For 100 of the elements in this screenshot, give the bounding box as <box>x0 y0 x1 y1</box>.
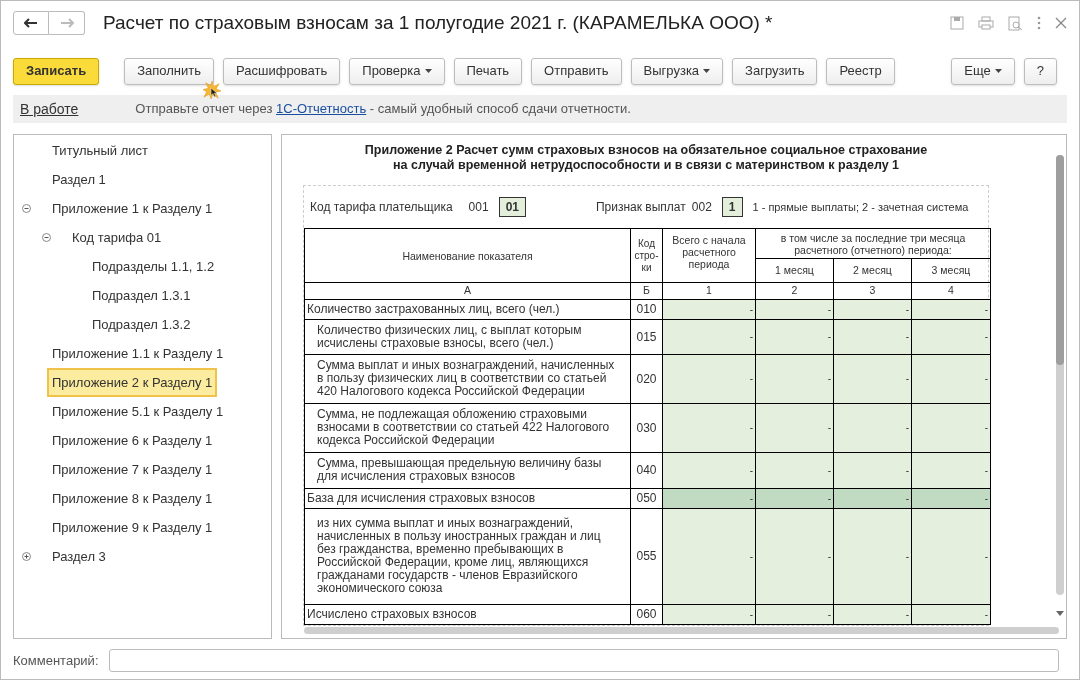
value-cell[interactable]: - <box>833 319 912 355</box>
field-code: 002 <box>691 199 712 216</box>
column-number: 4 <box>911 282 991 300</box>
scroll-down-icon[interactable] <box>1056 611 1064 616</box>
toolbar-button[interactable]: Проверка <box>349 57 445 85</box>
tree-item[interactable]: Код тарифа 01 <box>67 222 167 253</box>
expand-icon[interactable] <box>22 552 31 561</box>
collapse-icon[interactable] <box>42 233 51 242</box>
preview-icon[interactable] <box>1008 15 1023 31</box>
value-cell[interactable]: - <box>911 452 991 489</box>
column-header: Наименование показателя <box>304 228 631 283</box>
row-code: 055 <box>630 508 663 605</box>
value-cell[interactable]: - <box>662 403 756 453</box>
value-cell[interactable]: - <box>911 508 991 605</box>
value-cell[interactable]: - <box>755 452 834 489</box>
vertical-scrollbar[interactable] <box>1056 155 1064 595</box>
column-number: 3 <box>833 282 912 300</box>
tree-item[interactable]: Подраздел 1.3.2 <box>87 309 196 340</box>
toolbar-button[interactable]: Еще <box>951 57 1015 85</box>
toolbar-button[interactable]: Отправить <box>531 57 622 85</box>
tree-item[interactable]: Приложение 2 к Разделу 1 <box>47 367 218 398</box>
column-number: А <box>304 282 631 300</box>
row-label: База для исчисления страховых взносов <box>304 488 631 509</box>
value-cell[interactable]: - <box>911 354 991 404</box>
value-cell[interactable]: - <box>833 508 912 605</box>
tariff-code-field[interactable]: 01 <box>498 197 526 217</box>
tree-item[interactable]: Раздел 1 <box>47 164 111 195</box>
value-cell[interactable]: - <box>755 508 834 605</box>
row-label: Сумма выплат и иных вознаграждений, начисленных в пользу физических лиц в соответствии со статьей 420 Налогового кодекса Российской Федерации <box>304 354 631 404</box>
caret-icon <box>424 69 432 73</box>
column-number: 1 <box>662 282 756 300</box>
toolbar-button[interactable]: Заполнить <box>124 57 215 85</box>
column-header: Всего с начала расчетного периода <box>662 228 756 283</box>
column-header: в том числе за последние три месяца расчетного (отчетного) периода: <box>755 228 991 259</box>
value-cell[interactable]: - <box>662 319 756 355</box>
tree-item[interactable]: Приложение 1.1 к Разделу 1 <box>47 338 229 369</box>
column-number: Б <box>630 282 663 300</box>
row-code: 015 <box>630 319 663 355</box>
value-cell[interactable]: - <box>833 403 912 453</box>
toolbar-button[interactable]: Загрузить <box>732 57 818 85</box>
tree-item[interactable]: Приложение 8 к Разделу 1 <box>47 483 218 514</box>
save-button[interactable]: Записать <box>13 57 100 85</box>
tree-item[interactable]: Раздел 3 <box>47 541 111 572</box>
toolbar-button[interactable]: Реестр <box>826 57 895 85</box>
value-cell[interactable]: - <box>911 403 991 453</box>
tree-item[interactable]: Приложение 5.1 к Разделу 1 <box>47 396 229 427</box>
tree-item[interactable]: Подразделы 1.1, 1.2 <box>87 251 220 282</box>
tree-item[interactable]: Приложение 9 к Разделу 1 <box>47 512 218 543</box>
value-cell[interactable]: - <box>833 354 912 404</box>
column-header: 3 месяц <box>911 258 991 283</box>
toolbar-button[interactable]: Печать <box>453 57 523 85</box>
value-cell[interactable]: - <box>755 319 834 355</box>
close-icon[interactable] <box>1055 17 1067 29</box>
more-icon[interactable] <box>1037 16 1041 30</box>
column-header: 2 месяц <box>833 258 912 283</box>
field-code: 001 <box>468 199 489 216</box>
printer-icon[interactable] <box>978 16 994 30</box>
comment-label: Комментарий: <box>13 651 99 670</box>
value-cell[interactable]: - <box>662 354 756 404</box>
tree-item[interactable]: Приложение 6 к Разделу 1 <box>47 425 218 456</box>
arrow-left-icon <box>24 18 38 28</box>
field-note: 1 - прямые выплаты; 2 - зачетная система <box>752 199 969 215</box>
toolbar-button[interactable]: Расшифровать <box>223 57 341 85</box>
payment-type-field[interactable]: 1 <box>721 197 743 217</box>
service-link[interactable]: 1С-Отчетность <box>276 101 367 117</box>
row-code: 010 <box>630 299 663 320</box>
arrow-right-icon <box>59 18 74 28</box>
field-label: Признак выплат <box>596 199 686 216</box>
value-cell[interactable]: - <box>911 319 991 355</box>
value-cell[interactable]: - <box>662 452 756 489</box>
comment-field[interactable] <box>108 649 1059 672</box>
toolbar-button[interactable]: ? <box>1023 57 1057 85</box>
value-cell[interactable]: - <box>755 403 834 453</box>
save-icon[interactable] <box>950 16 964 30</box>
value-cell[interactable]: - <box>662 508 756 605</box>
column-header: Код стро-ки <box>630 228 663 283</box>
info-text: Отправьте отчет через 1С-Отчетность - самый удобный способ сдачи отчетности. <box>135 100 631 119</box>
horizontal-scrollbar[interactable] <box>304 627 1059 634</box>
toolbar-button[interactable]: Выгрузка <box>630 57 724 85</box>
back-button[interactable] <box>13 11 49 35</box>
window-title: Расчет по страховым взносам за 1 полугодие 2021 г. (КАРАМЕЛЬКА ООО) * <box>103 10 773 35</box>
tree-item[interactable]: Подраздел 1.3.1 <box>87 280 196 311</box>
form-title: Приложение 2 Расчет сумм страховых взносов на обязательное социальное страхование на случай временной нетрудоспособности и в связи с материнством к разделу 1 <box>363 143 929 173</box>
row-label: Сумма, превышающая предельную величину базы для исчисления страховых взносов <box>304 452 631 489</box>
value-cell[interactable]: - <box>833 452 912 489</box>
caret-icon <box>994 69 1002 73</box>
row-code: 040 <box>630 452 663 489</box>
value-cell[interactable]: - <box>755 354 834 404</box>
collapse-icon[interactable] <box>22 204 31 213</box>
column-number: 2 <box>755 282 834 300</box>
tree-item[interactable]: Титульный лист <box>47 135 153 166</box>
status-link[interactable]: В работе <box>20 98 79 120</box>
tree-item[interactable]: Приложение 1 к Разделу 1 <box>47 193 218 224</box>
row-label: Количество застрахованных лиц, всего (чел.) <box>304 299 631 320</box>
row-label: Количество физических лиц, с выплат которым исчислены страховые взносы, всего (чел.) <box>304 319 631 355</box>
caret-icon <box>703 69 711 73</box>
tree-item[interactable]: Приложение 7 к Разделу 1 <box>47 454 218 485</box>
row-code: 030 <box>630 403 663 453</box>
row-label: Сумма, не подлежащая обложению страховыми взносами в соответствии со статьей 422 Налогового кодекса Российской Федерации <box>304 403 631 453</box>
row-code: 020 <box>630 354 663 404</box>
